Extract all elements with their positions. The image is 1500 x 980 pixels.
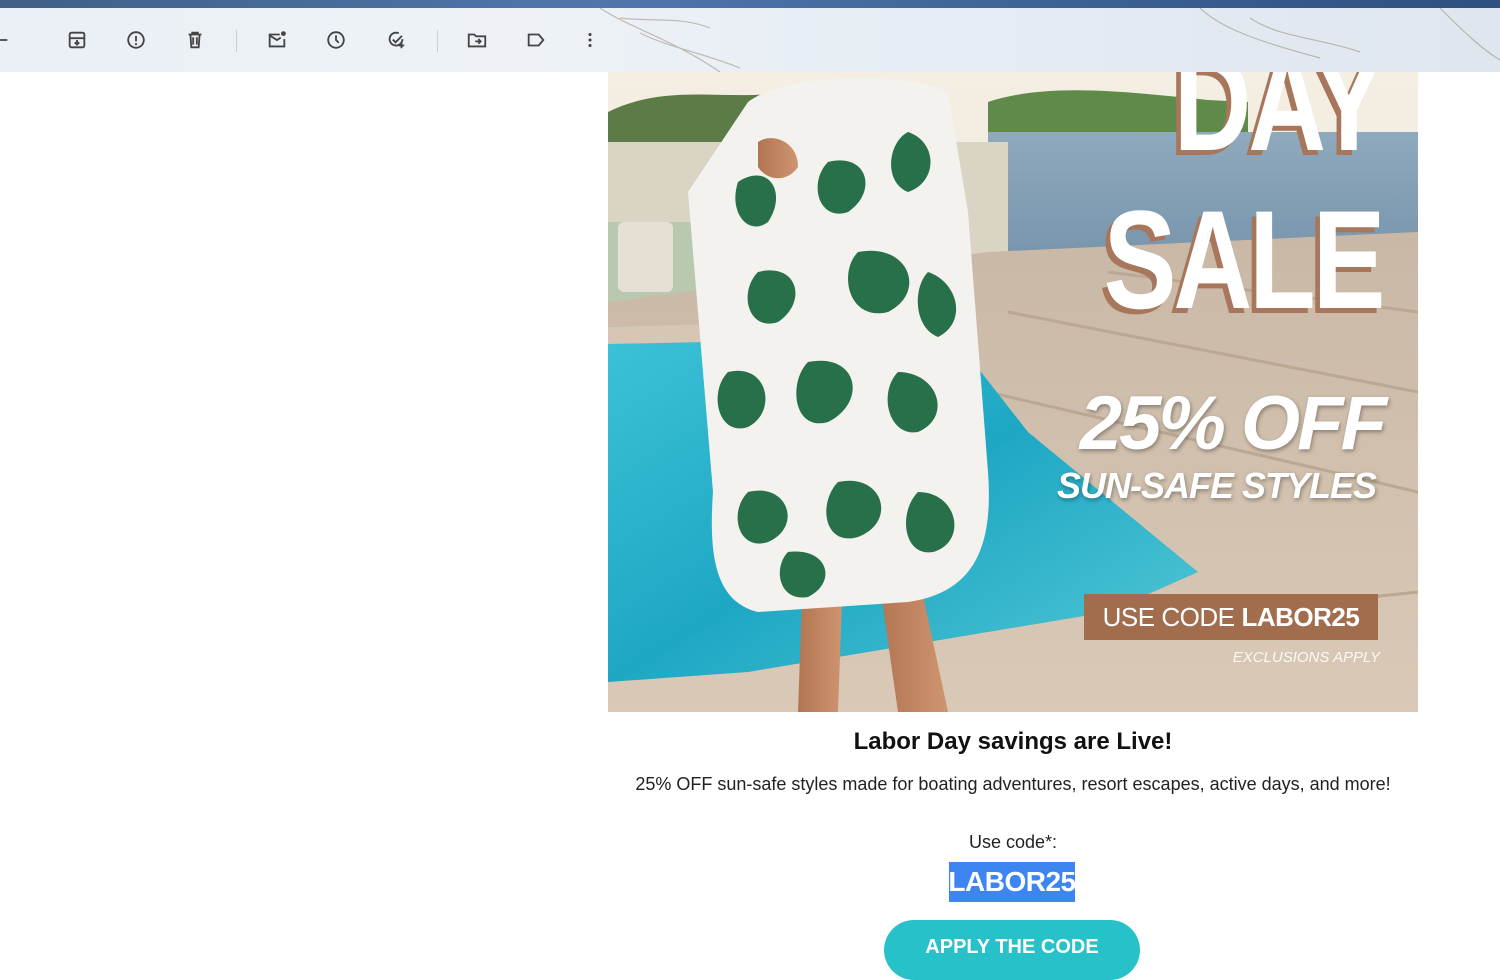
clock-icon xyxy=(327,31,345,49)
theme-background-branches xyxy=(599,8,1500,72)
mail-unread-icon xyxy=(268,31,286,48)
window-top-strip xyxy=(0,0,1500,8)
more-vert-icon xyxy=(588,32,592,48)
email-body-text: 25% OFF sun-safe styles made for boating… xyxy=(635,774,1391,794)
folder-move-icon xyxy=(467,33,487,48)
hero-title-sale: SALE xyxy=(1103,181,1385,338)
archive-button[interactable] xyxy=(59,22,95,58)
hero-code-value: LABOR25 xyxy=(1241,601,1360,632)
mark-unread-button[interactable] xyxy=(259,22,295,58)
report-spam-button[interactable] xyxy=(118,22,154,58)
add-to-tasks-button[interactable] xyxy=(378,22,414,58)
hero-discount-subtitle: SUN-SAFE STYLES xyxy=(1056,465,1377,506)
apply-code-button[interactable]: APPLY THE CODE xyxy=(884,920,1140,980)
snooze-button[interactable] xyxy=(318,22,354,58)
mail-toolbar xyxy=(0,8,1500,72)
trash-icon xyxy=(188,31,202,49)
label-icon xyxy=(527,33,545,47)
promo-hero-image[interactable]: DAY SALE 25% OFF SUN-SAFE STYLES USE COD… xyxy=(608,72,1418,712)
code-label: Use code*: xyxy=(968,832,1058,852)
toolbar-divider xyxy=(437,30,438,52)
arrow-left-icon xyxy=(0,39,8,41)
toolbar-divider xyxy=(236,30,237,52)
email-headline: Labor Day savings are Live! xyxy=(853,728,1173,755)
hero-exclusions-note: EXCLUSIONS APPLY xyxy=(1232,649,1380,666)
archive-icon xyxy=(68,31,86,49)
selected-promo-code[interactable]: LABOR25 xyxy=(948,862,1076,902)
back-button[interactable] xyxy=(0,22,18,58)
delete-button[interactable] xyxy=(177,22,213,58)
hero-discount: 25% OFF xyxy=(1079,381,1387,466)
more-options-button[interactable] xyxy=(572,22,608,58)
hero-title-day: DAY xyxy=(1173,72,1385,180)
hero-code-box: USE CODE LABOR25 xyxy=(1084,594,1378,640)
task-add-icon xyxy=(388,31,405,49)
move-to-button[interactable] xyxy=(459,22,495,58)
label-button[interactable] xyxy=(518,22,554,58)
report-icon xyxy=(127,31,145,49)
hero-code-prefix: USE CODE xyxy=(1102,601,1235,632)
